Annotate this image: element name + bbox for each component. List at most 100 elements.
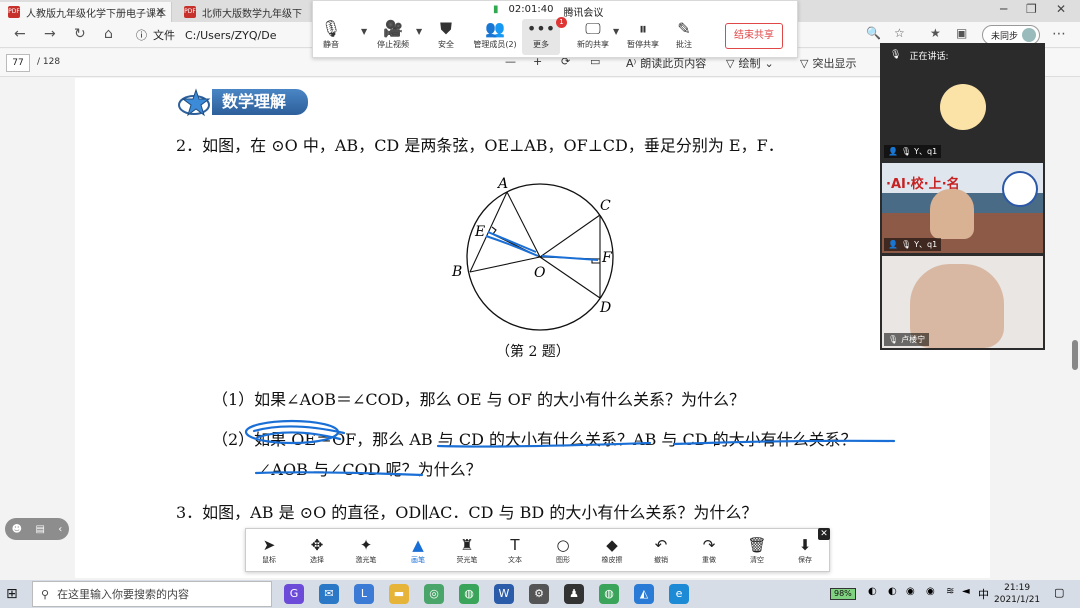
- question-2: 2．如图，在 ⊙O 中，AB，CD 是两条弦，OE⊥AB，OF⊥CD，垂足分别为…: [176, 136, 784, 155]
- avatar: [1022, 28, 1037, 42]
- meeting-timer: 02:01:40: [508, 4, 554, 15]
- close-tab-icon[interactable]: ✕: [156, 5, 165, 18]
- word-icon[interactable]: W: [494, 584, 514, 604]
- tool-pen[interactable]: ▲ 画笔: [395, 535, 441, 565]
- microphone-icon: 🎙: [890, 50, 902, 60]
- scrollbar-thumb[interactable]: [1072, 340, 1078, 370]
- url-field[interactable]: ⓘ 文件 C:/Users/ZYQ/De: [136, 26, 306, 44]
- app-icon[interactable]: L: [354, 584, 374, 604]
- speaker-panel-header: 🎙 正在讲话:: [880, 43, 1045, 67]
- forward-icon[interactable]: →: [44, 26, 56, 42]
- participant-tile-1[interactable]: 👤 🎙 Y、q1: [882, 68, 1043, 160]
- tray-icon[interactable]: ◐: [868, 586, 877, 597]
- floating-tool-pill[interactable]: ☻ ▤ ‹: [5, 518, 69, 540]
- ime-indicator[interactable]: 中: [978, 586, 989, 602]
- tool-undo[interactable]: ↶ 撤销: [638, 535, 684, 565]
- emoji-icon[interactable]: ☻: [12, 524, 22, 535]
- tool-label: 画笔: [411, 556, 425, 564]
- mail-icon[interactable]: ✉: [319, 584, 339, 604]
- tool-mouse[interactable]: ➤ 鼠标: [246, 535, 292, 565]
- collections-icon[interactable]: ▣: [956, 26, 967, 40]
- tray-icon[interactable]: ◐: [888, 586, 897, 597]
- participant-label: 👤 🎙 Y、q1: [884, 145, 942, 158]
- wechat-icon[interactable]: ◍: [599, 584, 619, 604]
- tray-icon[interactable]: ◉: [906, 586, 915, 597]
- move-icon: ✥: [310, 536, 324, 554]
- tray-icon[interactable]: ◉: [926, 586, 935, 597]
- participant-name: 卢楼宁: [901, 335, 926, 344]
- mute-button[interactable]: 🎙 静音: [301, 19, 361, 50]
- participant-name: Y、q1: [914, 240, 938, 249]
- page-number-input[interactable]: 77: [6, 54, 30, 72]
- chevron-down-icon: ⌄: [764, 56, 774, 70]
- tool-laser-pointer[interactable]: ✦ 激光笔: [343, 535, 389, 565]
- close-icon[interactable]: ✕: [818, 528, 830, 540]
- stop-video-button[interactable]: 🎥 停止视频: [363, 19, 423, 50]
- browser-tab-2[interactable]: PDF 北师大版数学九年级下: [176, 2, 306, 22]
- app-icon[interactable]: ◎: [424, 584, 444, 604]
- point-label-o: O: [534, 265, 546, 281]
- manage-members-button[interactable]: 👥 管理成员(2): [465, 19, 525, 50]
- close-window-icon[interactable]: ✕: [1056, 2, 1066, 16]
- refresh-icon[interactable]: ↻: [74, 26, 86, 42]
- question-2-part-1: （1）如果∠AOB＝∠COD，那么 OE 与 OF 的大小有什么关系？为什么？: [212, 390, 745, 409]
- back-icon[interactable]: ←: [14, 26, 26, 42]
- favorite-icon[interactable]: ☆: [894, 26, 905, 40]
- qq-icon[interactable]: ♟: [564, 584, 584, 604]
- tool-highlighter[interactable]: ♜ 荧光笔: [444, 535, 490, 565]
- windows-start-icon[interactable]: ⊞: [6, 586, 18, 602]
- edge-icon[interactable]: e: [669, 584, 689, 604]
- clock-time: 21:19: [1004, 583, 1031, 593]
- zoom-icon[interactable]: 🔍: [866, 26, 881, 40]
- user-icon: 👤: [888, 147, 898, 156]
- highlight-icon: ▽: [800, 56, 809, 70]
- draw-icon: ▽: [726, 56, 735, 70]
- tool-label: 撤销: [654, 556, 668, 564]
- tool-select[interactable]: ✥ 选择: [294, 535, 340, 565]
- manage-members-label: 管理成员(2): [473, 40, 517, 49]
- tool-label: 激光笔: [355, 556, 377, 564]
- volume-icon[interactable]: ◄: [962, 586, 970, 597]
- highlight-button[interactable]: ▽ 突出显示: [800, 55, 856, 71]
- avatar: [940, 84, 986, 130]
- windows-taskbar: ⊞ ⚲ 在这里输入你要搜索的内容 G ✉ L ▬ ◎ ◍ W ⚙ ♟ ◍ ◭ e…: [0, 580, 1080, 608]
- tool-eraser[interactable]: ◆ 橡皮擦: [589, 535, 635, 565]
- participant-tile-3[interactable]: 🎙 卢楼宁: [882, 256, 1043, 348]
- sync-button[interactable]: 未同步: [982, 25, 1040, 45]
- redo-icon: ↷: [702, 536, 716, 554]
- annotation-toolbar: ➤ 鼠标 ✥ 选择 ✦ 激光笔 ▲ 画笔 ♜ 荧光笔 T 文本 ○ 图形 ◆ 橡…: [245, 528, 830, 572]
- tool-text[interactable]: T 文本: [492, 535, 538, 565]
- chat-icon[interactable]: ▤: [35, 524, 44, 535]
- tool-label: 重做: [702, 556, 716, 564]
- laser-pointer-icon: ✦: [359, 536, 373, 554]
- favorites-icon[interactable]: ★: [930, 26, 941, 40]
- annotate-button[interactable]: ✎ 批注: [654, 19, 714, 50]
- end-share-button[interactable]: 结束共享: [725, 23, 783, 49]
- tool-redo[interactable]: ↷ 重做: [686, 535, 732, 565]
- settings-more-icon[interactable]: ⋯: [1052, 26, 1066, 42]
- stop-video-label: 停止视频: [377, 40, 409, 49]
- more-button[interactable]: ••• 更多 1: [522, 17, 567, 55]
- maximize-icon[interactable]: ❐: [1026, 2, 1037, 16]
- notification-icon[interactable]: ▢: [1054, 586, 1064, 599]
- minimize-icon[interactable]: ─: [1000, 2, 1007, 16]
- annotate-label: 批注: [676, 40, 692, 49]
- chevron-left-icon[interactable]: ‹: [58, 524, 62, 535]
- tool-clear[interactable]: 🗑 清空: [734, 535, 780, 565]
- app-icon[interactable]: G: [284, 584, 304, 604]
- taskbar-search[interactable]: ⚲ 在这里输入你要搜索的内容: [32, 581, 272, 607]
- wifi-icon[interactable]: ≋: [946, 586, 954, 597]
- settings-icon[interactable]: ⚙: [529, 584, 549, 604]
- participant-face: [930, 189, 974, 239]
- battery-indicator[interactable]: 98%: [830, 588, 856, 600]
- file-explorer-icon[interactable]: ▬: [389, 584, 409, 604]
- microphone-icon: 🎙: [900, 147, 912, 156]
- browser-tab-1[interactable]: PDF 人教版九年级化学下册电子课本 ✕: [0, 2, 172, 22]
- wechat-icon[interactable]: ◍: [459, 584, 479, 604]
- tool-shape[interactable]: ○ 图形: [540, 535, 586, 565]
- tool-label: 选择: [310, 556, 324, 564]
- participant-tile-2[interactable]: ·AI·校·上·名 👤 🎙 Y、q1: [882, 163, 1043, 253]
- system-clock[interactable]: 21:19 2021/1/21: [994, 582, 1040, 606]
- tencent-meeting-icon[interactable]: ◭: [634, 584, 654, 604]
- home-icon[interactable]: ⌂: [104, 26, 113, 42]
